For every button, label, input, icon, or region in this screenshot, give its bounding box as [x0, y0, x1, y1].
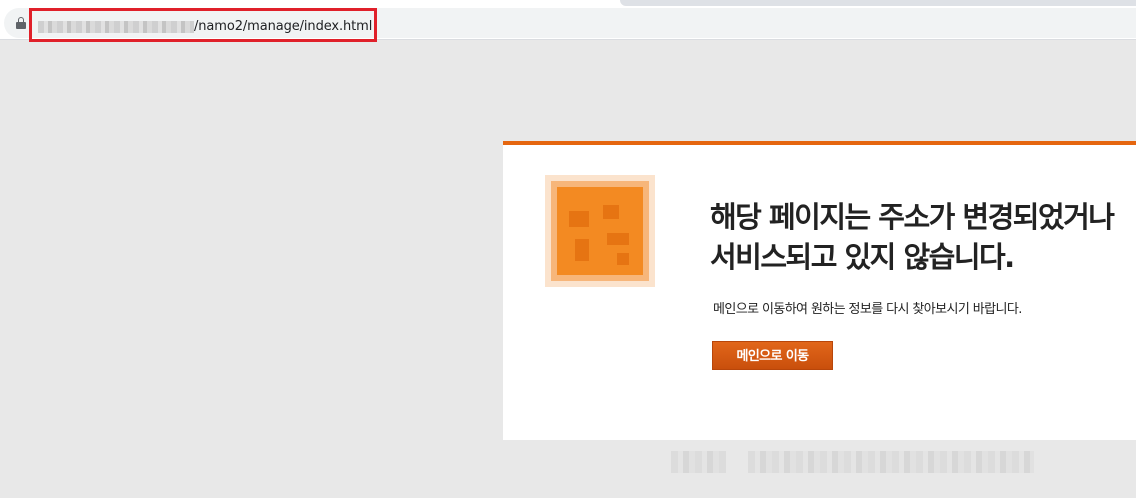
error-title-line-2: 서비스되고 있지 않습니다.	[710, 240, 1015, 274]
error-card: 해당 페이지는 주소가 변경되었거나 서비스되고 있지 않습니다. 메인으로 이…	[503, 141, 1136, 440]
lock-icon[interactable]	[16, 17, 26, 29]
browser-toolbar: /namo2/manage/index.html	[0, 6, 1136, 42]
error-title: 해당 페이지는 주소가 변경되었거나 서비스되고 있지 않습니다.	[710, 197, 1130, 277]
url-highlight-box	[29, 8, 377, 42]
site-logo-redacted	[545, 175, 655, 287]
footer-text-redacted	[671, 451, 726, 473]
footer-text-redacted-2	[748, 451, 1034, 473]
address-bar[interactable]: /namo2/manage/index.html	[4, 8, 1136, 42]
error-description: 메인으로 이동하여 원하는 정보를 다시 찾아보시기 바랍니다.	[713, 302, 1022, 317]
error-title-line-1: 해당 페이지는 주소가 변경되었거나	[710, 200, 1115, 234]
go-to-main-button[interactable]: 메인으로 이동	[712, 341, 833, 370]
